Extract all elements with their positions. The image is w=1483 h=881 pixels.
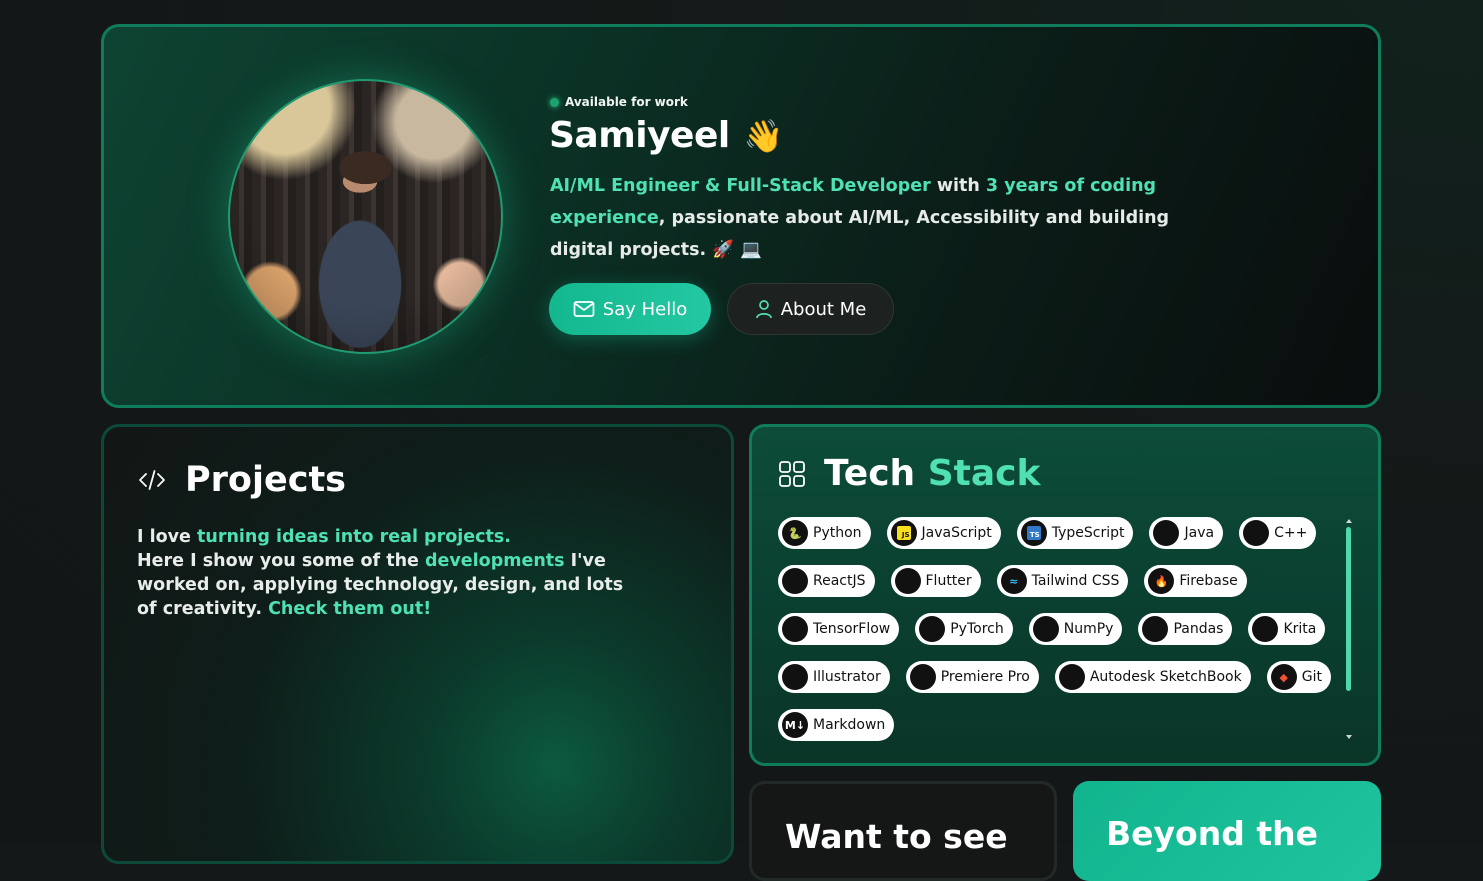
tech-chip-label: TypeScript — [1051, 525, 1125, 541]
tech-chip-label: Java — [1184, 525, 1215, 541]
bio-with: with — [930, 176, 986, 196]
tech-title-2: Stack — [927, 453, 1041, 494]
tech-chip-label: ReactJS — [813, 573, 866, 589]
tech-chip-pandas[interactable]: Pandas — [1138, 613, 1233, 645]
code-icon — [139, 470, 165, 490]
want-to-see-title: Want to see — [785, 817, 1008, 856]
tech-chip-autodesk-sketchbook[interactable]: Autodesk SketchBook — [1054, 661, 1251, 693]
availability-status: Available for work — [550, 95, 688, 109]
sketchbook-icon — [1058, 664, 1085, 690]
waving-hand-icon: 👋 — [743, 116, 784, 155]
tech-chip-label: Tailwind CSS — [1031, 573, 1120, 589]
cpp-icon — [1243, 520, 1270, 546]
tech-chip-label: Premiere Pro — [940, 669, 1030, 685]
tech-chip-java[interactable]: Java — [1149, 517, 1224, 549]
tech-chip-firebase[interactable]: 🔥 Firebase — [1144, 565, 1247, 597]
projects-card[interactable]: Projects I love turning ideas into real … — [101, 424, 734, 864]
projects-description: I love turning ideas into real projects.… — [137, 525, 637, 621]
scroll-down-arrow-icon[interactable] — [1346, 735, 1352, 739]
tech-stack-card: Tech Stack 🐍 Python JS JavaScript TS TypeScri… — [749, 424, 1381, 766]
pytorch-icon — [919, 616, 946, 642]
git-icon: ◆ — [1270, 664, 1297, 690]
tech-chip-c-[interactable]: C++ — [1239, 517, 1317, 549]
name-text: Samiyeel — [549, 115, 730, 156]
tech-chip-label: JavaScript — [921, 525, 992, 541]
premiere-icon — [909, 664, 936, 690]
javascript-icon: JS — [890, 520, 917, 546]
tech-chip-krita[interactable]: Krita — [1248, 613, 1326, 645]
tech-chip-reactjs[interactable]: ReactJS — [778, 565, 875, 597]
projects-highlight-3: Check them out! — [268, 599, 432, 619]
hero-card: Available for work Samiyeel 👋 AI/ML Engi… — [101, 24, 1381, 408]
tech-chip-label: PyTorch — [950, 621, 1004, 637]
beyond-the-card[interactable]: Beyond the — [1073, 781, 1381, 881]
scroll-up-arrow-icon[interactable] — [1346, 519, 1352, 523]
tech-chip-list: 🐍 Python JS JavaScript TS TypeScript Java C++ Re… — [778, 517, 1348, 741]
say-hello-label: Say Hello — [602, 298, 688, 320]
about-me-button[interactable]: About Me — [727, 283, 894, 335]
tech-chip-label: Krita — [1283, 621, 1317, 637]
tech-title-1: Tech — [824, 453, 916, 494]
tech-chip-label: Markdown — [813, 717, 886, 733]
tech-chip-pytorch[interactable]: PyTorch — [915, 613, 1013, 645]
tech-chip-tailwind-css[interactable]: ≈ Tailwind CSS — [996, 565, 1129, 597]
tech-chip-typescript[interactable]: TS TypeScript — [1016, 517, 1134, 549]
tech-chip-label: TensorFlow — [813, 621, 891, 637]
mail-icon — [573, 301, 595, 317]
markdown-icon: M↓ — [782, 712, 808, 738]
projects-highlight-2: developments — [425, 551, 565, 571]
say-hello-button[interactable]: Say Hello — [549, 283, 711, 335]
beyond-the-title: Beyond the — [1106, 814, 1318, 853]
tech-chip-markdown[interactable]: M↓ Markdown — [778, 709, 895, 741]
tech-chip-javascript[interactable]: JS JavaScript — [886, 517, 1001, 549]
want-to-see-card[interactable]: Want to see — [749, 781, 1057, 881]
avatar-shade — [230, 81, 501, 352]
status-dot-icon — [550, 97, 559, 107]
tech-chip-label: Autodesk SketchBook — [1089, 669, 1242, 685]
projects-highlight-1: turning ideas into real projects. — [197, 527, 511, 547]
tech-scrollbar[interactable] — [1346, 519, 1352, 739]
tech-chip-label: Illustrator — [813, 669, 881, 685]
react-icon — [782, 568, 808, 594]
tensorflow-icon — [782, 616, 808, 642]
tech-chip-label: Firebase — [1179, 573, 1238, 589]
bio-role: AI/ML Engineer & Full-Stack Developer — [550, 176, 931, 196]
tech-chip-tensorflow[interactable]: TensorFlow — [778, 613, 900, 645]
tech-chip-label: C++ — [1274, 525, 1308, 541]
tech-chip-git[interactable]: ◆ Git — [1266, 661, 1331, 693]
krita-icon — [1252, 616, 1279, 642]
projects-title: Projects — [185, 460, 347, 500]
status-text: Available for work — [565, 95, 688, 109]
tech-stack-heading: Tech Stack — [778, 453, 1040, 494]
flutter-icon — [894, 568, 921, 594]
scroll-thumb[interactable] — [1346, 527, 1351, 691]
tailwind-icon: ≈ — [1000, 568, 1027, 594]
java-icon — [1153, 520, 1180, 546]
numpy-icon — [1032, 616, 1059, 642]
profile-bio: AI/ML Engineer & Full-Stack Developer wi… — [550, 170, 1230, 266]
tech-chip-python[interactable]: 🐍 Python — [778, 517, 871, 549]
tech-chip-label: Git — [1301, 669, 1322, 685]
projects-heading: Projects — [137, 460, 346, 500]
projects-text-1: I love — [137, 527, 197, 547]
illustrator-icon — [782, 664, 808, 690]
tech-chip-numpy[interactable]: NumPy — [1028, 613, 1123, 645]
tech-chip-premiere-pro[interactable]: Premiere Pro — [905, 661, 1039, 693]
projects-text-2: Here I show you some of the — [137, 551, 425, 571]
profile-name: Samiyeel 👋 — [549, 115, 784, 156]
tech-chip-label: Python — [813, 525, 862, 541]
profile-avatar — [228, 79, 503, 354]
tech-chip-illustrator[interactable]: Illustrator — [778, 661, 890, 693]
about-me-label: About Me — [780, 298, 867, 320]
python-icon: 🐍 — [782, 520, 808, 546]
firebase-icon: 🔥 — [1148, 568, 1175, 594]
tech-chip-flutter[interactable]: Flutter — [890, 565, 981, 597]
pandas-icon — [1142, 616, 1169, 642]
user-icon — [755, 300, 772, 319]
tech-chip-label: NumPy — [1063, 621, 1114, 637]
tech-chip-label: Flutter — [925, 573, 972, 589]
typescript-icon: TS — [1020, 520, 1047, 546]
tech-chip-label: Pandas — [1173, 621, 1224, 637]
grid-icon — [779, 460, 805, 487]
